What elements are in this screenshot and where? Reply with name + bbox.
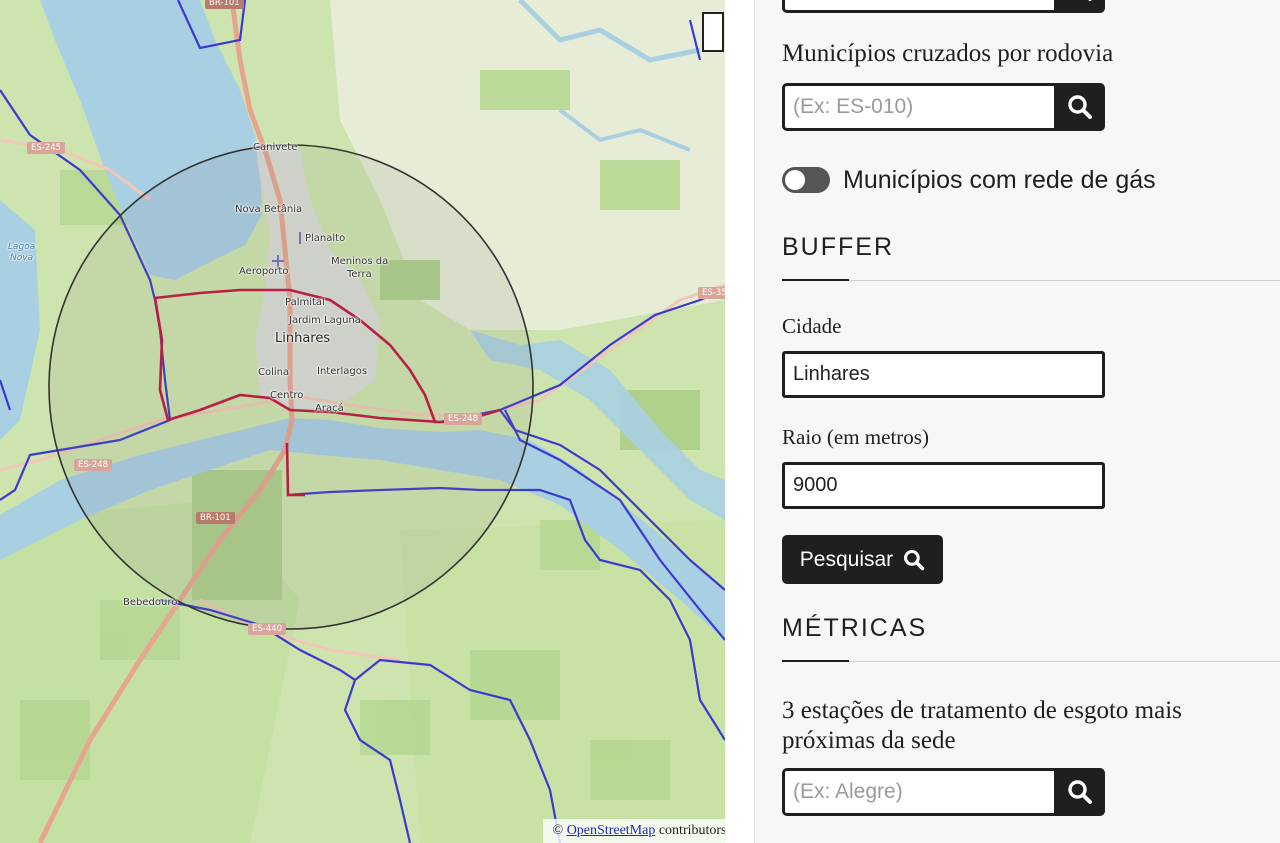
place-interlagos: Interlagos: [317, 366, 368, 377]
search-icon: [1067, 780, 1092, 804]
map-layer-control[interactable]: [702, 12, 724, 52]
place-bebedouro: Bebedouro: [123, 597, 178, 608]
place-jardim-laguna: Jardim Laguna: [289, 315, 361, 326]
buffer-title: BUFFER: [782, 233, 894, 261]
shield-br101-mid: BR-101: [196, 512, 235, 524]
place-lagoa-nova-2: Nova: [10, 253, 34, 263]
pesquisar-label: Pesquisar: [799, 547, 894, 571]
ete-input[interactable]: [782, 768, 1054, 816]
cidade-label: Cidade: [782, 314, 842, 338]
top-search-button[interactable]: [1054, 0, 1105, 13]
shield-es248: ES-248: [444, 413, 483, 425]
ete-search-group: [782, 768, 1105, 816]
shield-es440: ES-440: [248, 623, 287, 635]
metricas-divider: [782, 660, 1280, 662]
place-palmital: Palmital: [285, 297, 325, 308]
openstreetmap-link[interactable]: OpenStreetMap: [567, 823, 656, 838]
place-lagoa-nova-1: Lagoa: [8, 242, 36, 252]
place-meninos-da-terra-2: Terra: [347, 269, 372, 280]
place-canivete: Canivete: [253, 142, 298, 153]
shield-es358: ES-35: [698, 287, 725, 299]
place-colina: Colina: [258, 367, 290, 378]
metricas-title: MÉTRICAS: [782, 614, 928, 642]
search-icon: [904, 549, 925, 570]
pesquisar-button[interactable]: Pesquisar: [782, 535, 943, 584]
attribution-prefix: ©: [552, 823, 564, 838]
shield-es248-left: ES-248: [74, 459, 113, 471]
gas-label: Municípios com rede de gás: [843, 166, 1156, 194]
buffer-divider: [782, 279, 1280, 281]
place-linhares: Linhares: [275, 331, 331, 346]
top-search-input[interactable]: [782, 0, 1054, 13]
search-icon: [1087, 0, 1092, 1]
place-aeroporto: Aeroporto: [239, 266, 289, 277]
shield-es245: ES-245: [27, 142, 66, 154]
cidade-input[interactable]: [782, 351, 1105, 398]
map-view[interactable]: Canivete Nova Betânia Planalto Meninos d…: [0, 0, 725, 843]
place-planalto: Planalto: [305, 233, 346, 244]
shield-br101-top: BR-101: [205, 0, 244, 9]
ete-label: 3 estações de tratamento de esgoto mais …: [782, 697, 1182, 754]
place-centro: Centro: [270, 390, 304, 401]
raio-input[interactable]: [782, 462, 1105, 509]
rodovia-input[interactable]: [782, 83, 1054, 131]
rodovia-search-group: [782, 83, 1105, 131]
rodovia-label: Municípios cruzados por rodovia: [782, 40, 1114, 67]
gas-toggle-switch[interactable]: [782, 167, 830, 193]
panel-gutter: [725, 0, 755, 843]
rodovia-search-button[interactable]: [1054, 83, 1105, 131]
attribution-suffix: contributors.: [658, 823, 725, 838]
map-attribution: © OpenStreetMap contributors.: [542, 819, 725, 843]
ete-search-button[interactable]: [1054, 768, 1105, 816]
map-canvas[interactable]: [0, 0, 725, 843]
raio-label: Raio (em metros): [782, 425, 929, 449]
place-nova-betania: Nova Betânia: [235, 204, 303, 215]
place-meninos-da-terra-1: Meninos da: [331, 256, 389, 267]
side-panel: Municípios cruzados por rodovia Municípi…: [725, 0, 1280, 843]
search-icon: [1067, 95, 1092, 119]
place-araca: Araçá: [315, 403, 344, 414]
top-search-group: [782, 0, 1105, 13]
